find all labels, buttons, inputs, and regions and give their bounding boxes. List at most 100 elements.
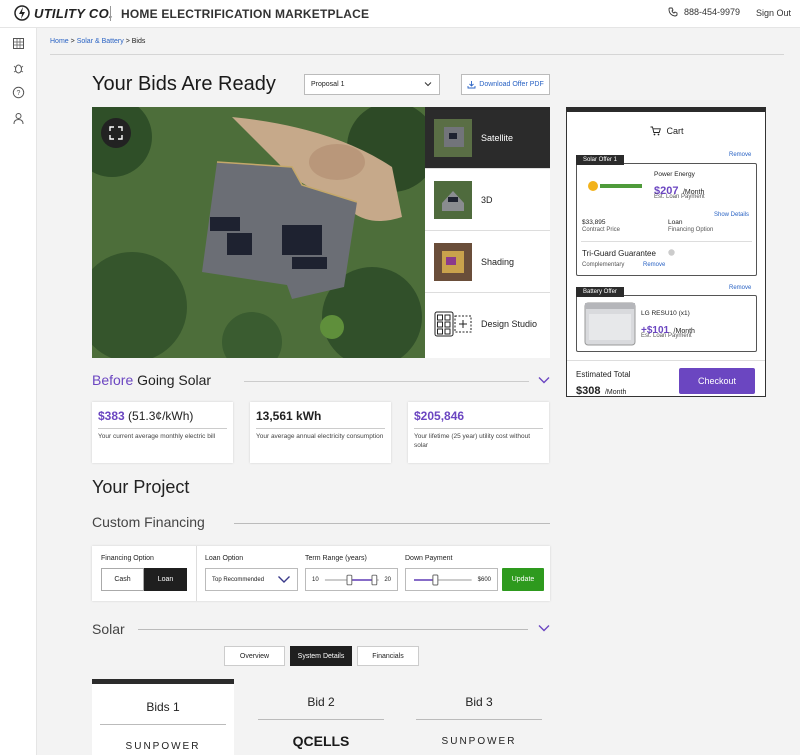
divider	[258, 719, 384, 720]
remove-battery-offer-link[interactable]: Remove	[729, 285, 751, 291]
stat-value: $383	[98, 409, 125, 423]
section-divider	[244, 381, 529, 382]
section-divider	[234, 523, 550, 524]
before-solar-heading: Before Going Solar	[92, 372, 212, 388]
3d-thumbnail	[434, 180, 472, 219]
proposal-select[interactable]: Proposal 1	[304, 74, 440, 95]
download-icon	[467, 81, 476, 89]
checkout-button[interactable]: Checkout	[679, 368, 755, 394]
financing-option: Loan	[668, 219, 683, 226]
store-icon[interactable]	[12, 37, 25, 50]
view-satellite[interactable]: Satellite	[425, 107, 550, 169]
bid-label: Bid 3	[465, 695, 493, 709]
show-details-link[interactable]: Show Details	[714, 212, 749, 218]
provider-name: Power Energy	[654, 171, 695, 178]
tab-system-details[interactable]: System Details	[290, 646, 352, 666]
update-button[interactable]: Update	[502, 568, 544, 591]
chevron-down-icon	[424, 82, 432, 87]
estimated-total: $308	[576, 385, 601, 397]
stat-card-lifetime-cost: $205,846 Your lifetime (25 year) utility…	[408, 402, 549, 463]
breadcrumb-home[interactable]: Home	[50, 38, 69, 45]
view-design-studio[interactable]: Design Studio	[425, 293, 550, 355]
view-label: Satellite	[481, 132, 514, 143]
stat-description: Your average annual electricity consumpt…	[256, 433, 384, 440]
shading-thumbnail	[434, 242, 472, 281]
chevron-down-icon[interactable]	[537, 375, 551, 385]
brand-logo[interactable]: UTILITY CO.	[14, 5, 113, 21]
financing-option-label: Financing Option	[101, 555, 154, 562]
bid-card-2[interactable]: Bid 2 QCELLS	[250, 679, 392, 755]
battery-offer-tag: Battery Offer	[576, 287, 624, 297]
bid-label: Bids 1	[146, 700, 180, 714]
financing-panel: Financing Option Cash Loan Loan Option T…	[92, 546, 550, 601]
project-heading: Your Project	[92, 477, 190, 497]
satellite-image	[92, 107, 425, 358]
guarantee-name: Tri-Guard Guarantee	[582, 249, 656, 258]
divider	[414, 428, 543, 429]
battery-offer-card: Battery Offer LG RESU10 (x1) +$101 /Mont…	[576, 287, 757, 352]
header-divider	[110, 6, 111, 21]
divider	[98, 428, 227, 429]
expand-map-button[interactable]	[101, 118, 131, 148]
bid-card-3[interactable]: Bid 3 SUNPOWER	[408, 679, 550, 755]
view-label: Shading	[481, 256, 515, 267]
view-label: Design Studio	[481, 319, 538, 329]
bid-card-1[interactable]: Bids 1 SUNPOWER	[92, 679, 234, 755]
remove-solar-offer-link[interactable]: Remove	[729, 152, 751, 158]
brand-logo: SUNPOWER	[441, 736, 517, 747]
down-payment-slider-track[interactable]	[412, 573, 474, 587]
divider	[581, 241, 752, 242]
divider	[100, 724, 226, 725]
breadcrumb-sep: >	[125, 38, 130, 45]
phone-number: 888-454-9979	[684, 7, 741, 17]
breadcrumb-solar-battery[interactable]: Solar & Battery	[77, 38, 124, 45]
bid-label: Bid 2	[307, 695, 335, 709]
stat-description: Your current average monthly electric bi…	[98, 433, 216, 440]
remove-guarantee-link[interactable]: Remove	[643, 262, 665, 268]
down-payment-label: Down Payment	[405, 555, 453, 562]
cash-toggle[interactable]: Cash	[101, 568, 144, 591]
bug-icon[interactable]	[12, 62, 25, 75]
page-title: Your Bids Are Ready	[92, 73, 276, 95]
battery-image	[584, 302, 636, 346]
custom-financing-heading: Custom Financing	[92, 514, 205, 530]
sign-out-link[interactable]: Sign Out	[756, 8, 791, 18]
satellite-map[interactable]	[92, 107, 425, 358]
proposal-value: Proposal 1	[311, 81, 345, 88]
chevron-down-icon[interactable]	[537, 623, 551, 633]
help-icon[interactable]: ?	[12, 86, 25, 99]
user-icon[interactable]	[12, 112, 25, 125]
term-range-slider[interactable]: 10 20	[305, 568, 398, 591]
battery-product: LG RESU10 (x1)	[641, 310, 690, 317]
stat-card-consumption: 13,561 kWh Your average annual electrici…	[250, 402, 391, 463]
satellite-thumbnail	[434, 118, 472, 157]
breadcrumb-sep: >	[70, 38, 75, 45]
left-rail: ?	[0, 28, 37, 755]
download-pdf-button[interactable]: Download Offer PDF	[461, 74, 550, 95]
loan-option-select[interactable]: Top Recommended	[205, 568, 298, 591]
term-range-label: Term Range (years)	[305, 555, 367, 562]
divider	[256, 428, 385, 429]
loan-toggle[interactable]: Loan	[144, 568, 187, 591]
fullscreen-icon	[109, 126, 123, 140]
info-icon[interactable]	[668, 249, 675, 256]
breadcrumb-current: Bids	[131, 38, 146, 45]
breadcrumb: Home > Solar & Battery > Bids	[50, 38, 784, 55]
bolt-icon	[14, 5, 30, 21]
design-studio-icon	[434, 311, 472, 337]
svg-text:?: ?	[17, 90, 21, 97]
tab-financials[interactable]: Financials	[357, 646, 419, 666]
loan-option-label: Loan Option	[205, 555, 244, 562]
down-payment-slider[interactable]: $600	[405, 568, 498, 591]
solar-heading: Solar	[92, 621, 125, 637]
phone-link[interactable]: 888-454-9979	[668, 7, 740, 17]
stat-card-bill: $383 (51.3¢/kWh) Your current average mo…	[92, 402, 233, 463]
tab-overview[interactable]: Overview	[224, 646, 285, 666]
term-slider-track[interactable]	[323, 573, 381, 587]
view-3d[interactable]: 3D	[425, 169, 550, 231]
contract-price: $33,895	[582, 219, 606, 226]
stat-value: $205,846	[414, 409, 465, 423]
divider	[567, 360, 765, 361]
view-shading[interactable]: Shading	[425, 231, 550, 293]
phone-icon	[668, 7, 678, 17]
